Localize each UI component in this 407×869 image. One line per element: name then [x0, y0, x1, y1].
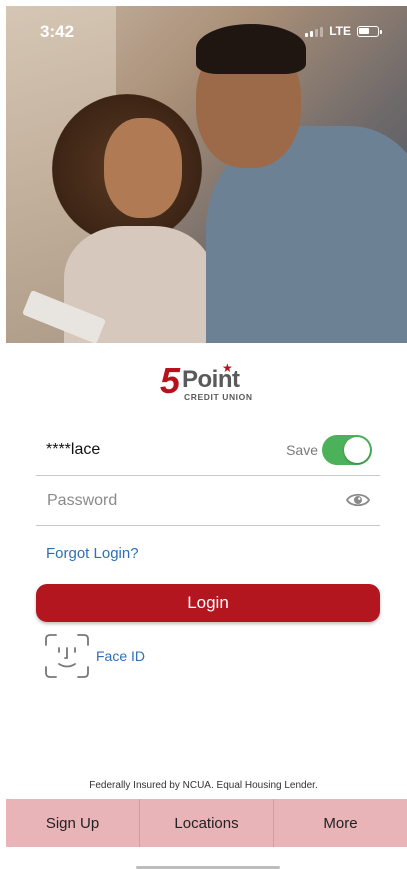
logo-number: 5	[160, 360, 181, 401]
brand-logo: 5 Point ★ CREDIT UNION	[160, 360, 260, 407]
face-id-button[interactable]: Face ID	[44, 633, 145, 679]
toggle-knob	[344, 437, 370, 463]
save-username-toggle[interactable]	[322, 435, 372, 465]
tab-more[interactable]: More	[274, 799, 407, 847]
hero-woman-face	[104, 118, 182, 218]
login-button[interactable]: Login	[36, 584, 380, 622]
bottom-tab-bar: Sign Up Locations More	[6, 799, 407, 847]
face-id-icon	[45, 634, 89, 678]
signal-icon	[305, 26, 324, 37]
logo-star-icon: ★	[222, 361, 233, 375]
username-field[interactable]: ****lace Save	[36, 425, 380, 476]
status-bar: 3:42 LTE	[6, 6, 407, 56]
hero-photo	[6, 6, 407, 343]
logo-tagline: CREDIT UNION	[184, 392, 253, 402]
battery-icon	[357, 25, 382, 37]
face-id-label: Face ID	[96, 648, 146, 664]
password-input[interactable]	[45, 487, 329, 515]
status-time: 3:42	[40, 22, 75, 41]
tab-locations[interactable]: Locations	[140, 799, 274, 847]
forgot-login-link[interactable]: Forgot Login?	[46, 545, 139, 562]
save-label: Save	[286, 442, 318, 458]
tab-sign-up[interactable]: Sign Up	[6, 799, 140, 847]
network-label: LTE	[329, 24, 351, 38]
password-field[interactable]	[36, 475, 380, 526]
username-value[interactable]: ****lace	[46, 441, 100, 459]
eye-icon[interactable]	[346, 490, 370, 510]
disclaimer: Federally Insured by NCUA. Equal Housing…	[89, 780, 318, 791]
status-indicators: LTE	[305, 24, 382, 38]
